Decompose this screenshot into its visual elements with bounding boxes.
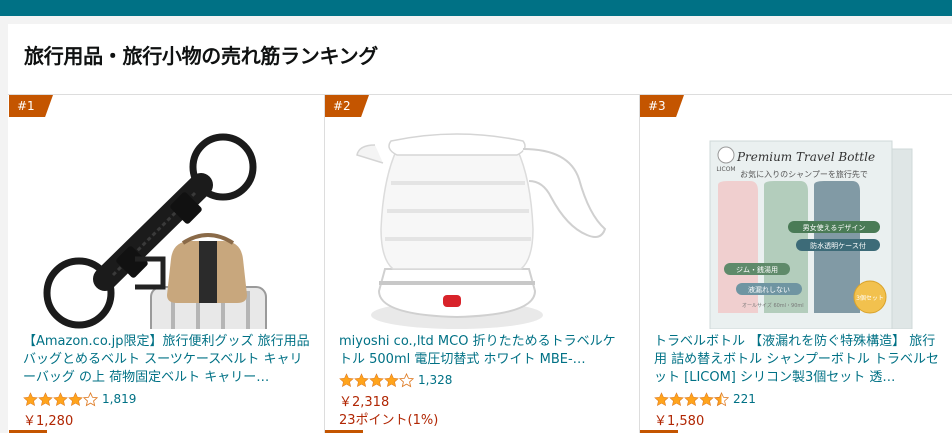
star-empty-icon: [83, 391, 98, 406]
box-tag2: 防水透明ケース付: [810, 241, 866, 250]
product-image-folding-kettle[interactable]: [339, 119, 625, 329]
rank-badge: #3: [640, 95, 684, 117]
review-count[interactable]: 1,819: [102, 392, 136, 406]
star-rating: [654, 391, 729, 407]
rank-badge: #2: [325, 95, 369, 117]
review-count[interactable]: 221: [733, 392, 756, 406]
star-full-icon: [68, 391, 83, 406]
star-empty-icon: [399, 372, 414, 387]
top-accent-bar: [0, 0, 952, 16]
product-card-3[interactable]: #3 LICOM Premium Travel Bottle お気に入りのシャン…: [639, 95, 952, 433]
product-title-link[interactable]: miyoshi co.,ltd MCO 折りたためるトラベルケトル 500ml …: [339, 333, 627, 369]
star-full-icon: [23, 391, 38, 406]
rating[interactable]: 221: [654, 391, 756, 407]
star-full-icon: [354, 372, 369, 387]
price: ￥2,318: [339, 395, 390, 410]
box-headline: Premium Travel Bottle: [736, 150, 875, 164]
box-tag4: 液漏れしない: [748, 285, 790, 294]
box-size: オールサイズ 60ml・90ml: [742, 302, 804, 309]
star-full-icon: [699, 391, 714, 406]
box-tag1: 男女使えるデザイン: [803, 223, 866, 232]
box-brand: LICOM: [716, 166, 735, 173]
product-image-luggage-strap[interactable]: [23, 119, 309, 348]
rating[interactable]: 1,819: [23, 391, 136, 407]
price: ￥1,280: [23, 414, 74, 429]
star-rating: [339, 372, 414, 388]
box-badge: 3個セット: [856, 294, 884, 302]
box-tag3: ジム・銭湯用: [736, 265, 778, 274]
rank-badge: #1: [9, 95, 53, 117]
points: 23ポイント(1%): [339, 413, 439, 428]
star-full-icon: [384, 372, 399, 387]
star-full-icon: [339, 372, 354, 387]
box-subline: お気に入りのシャンプーを旅行先で: [740, 169, 868, 179]
star-full-icon: [684, 391, 699, 406]
star-full-icon: [53, 391, 68, 406]
price: ￥1,580: [654, 414, 705, 429]
product-image-travel-bottle-set[interactable]: LICOM Premium Travel Bottle お気に入りのシャンプーを…: [654, 119, 940, 330]
star-full-icon: [369, 372, 384, 387]
section-title: 旅行用品・旅行小物の売れ筋ランキング: [24, 44, 378, 68]
product-card-2[interactable]: #2 miyoshi co.,ltd MCO 折りたためるトラベルケトル 500…: [324, 95, 638, 433]
product-card-1[interactable]: #1 【Amazon.co.jp限定】旅行便利グッズ 旅行用品 バッグとめるベル…: [9, 95, 323, 433]
star-half-icon: [714, 391, 729, 406]
star-full-icon: [669, 391, 684, 406]
rating[interactable]: 1,328: [339, 372, 452, 388]
product-title-link[interactable]: 【Amazon.co.jp限定】旅行便利グッズ 旅行用品 バッグとめるベルト ス…: [23, 333, 311, 387]
star-rating: [23, 391, 98, 407]
product-title-link[interactable]: トラベルボトル 【液漏れを防ぐ特殊構造】 旅行用 詰め替えボトル シャンプーボト…: [654, 333, 942, 387]
star-full-icon: [654, 391, 669, 406]
review-count[interactable]: 1,328: [418, 373, 452, 387]
star-full-icon: [38, 391, 53, 406]
